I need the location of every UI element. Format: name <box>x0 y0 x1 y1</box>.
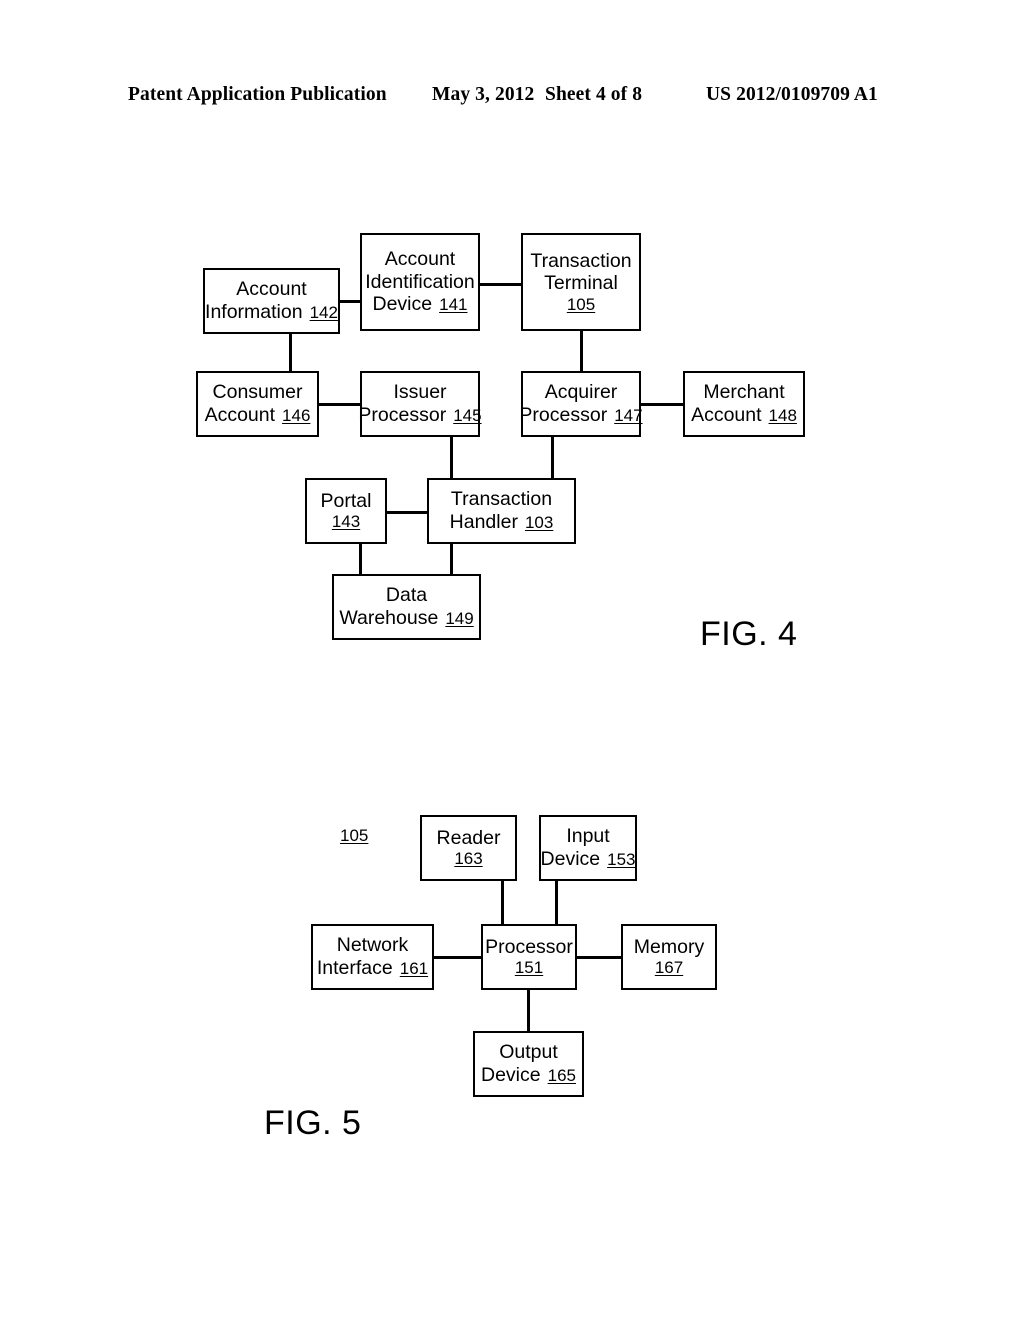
node-acquirer-processor-line2: Processor 147 <box>519 404 643 426</box>
connector-portal-to-transaction-handler <box>386 511 428 514</box>
node-transaction-handler-ref: 103 <box>524 513 554 532</box>
node-merchant-account-line2: Account 148 <box>691 404 797 426</box>
node-account-information-line1: Account <box>236 278 307 301</box>
node-input-device-line2: Device 153 <box>540 848 636 870</box>
figure-4-caption: FIG. 4 <box>700 615 798 653</box>
figure-5: 105 Reader 163 Input Device 153 Network I… <box>0 0 1024 1320</box>
node-data-warehouse-line2: Warehouse 149 <box>339 607 474 629</box>
node-issuer-processor-line2: Processor 145 <box>358 404 482 426</box>
connector-account-identification-device-to-transaction-terminal <box>479 283 522 286</box>
node-transaction-handler-line2: Handler 103 <box>449 511 554 533</box>
node-issuer-processor-line1: Issuer <box>393 381 447 404</box>
node-processor-ref: 151 <box>514 958 544 978</box>
connector-account-information-to-consumer-account <box>289 333 292 372</box>
node-input-device-line1: Input <box>566 825 610 848</box>
node-reader[interactable]: Reader 163 <box>420 815 517 881</box>
node-issuer-processor[interactable]: Issuer Processor 145 <box>358 371 482 437</box>
node-issuer-processor-ref: 145 <box>453 406 482 425</box>
node-input-device-ref: 153 <box>607 850 636 869</box>
connector-transaction-handler-to-data-warehouse <box>450 543 453 575</box>
node-acquirer-processor-line1: Acquirer <box>544 381 618 404</box>
node-account-identification-device-line3: Device 141 <box>372 293 468 316</box>
node-merchant-account-ref: 148 <box>768 406 797 425</box>
node-account-information[interactable]: Account Information 142 <box>203 268 340 334</box>
connector-processor-to-output-device <box>527 989 530 1032</box>
node-data-warehouse-ref: 149 <box>445 609 474 628</box>
node-processor-line1: Processor <box>485 935 573 958</box>
node-input-device[interactable]: Input Device 153 <box>539 815 637 881</box>
node-acquirer-processor[interactable]: Acquirer Processor 147 <box>519 371 643 437</box>
node-memory[interactable]: Memory 167 <box>621 924 717 990</box>
node-transaction-terminal[interactable]: Transaction Terminal 105 <box>521 233 641 331</box>
node-account-identification-device-line1: Account <box>384 248 456 271</box>
node-account-identification-device[interactable]: Account Identification Device 141 <box>360 233 480 331</box>
connector-network-interface-to-processor <box>433 956 483 959</box>
node-consumer-account[interactable]: Consumer Account 146 <box>196 371 319 437</box>
node-output-device[interactable]: Output Device 165 <box>473 1031 584 1097</box>
connector-transaction-terminal-to-acquirer-processor <box>580 331 583 372</box>
node-network-interface-line1: Network <box>336 934 409 957</box>
node-merchant-account-line1: Merchant <box>703 381 785 404</box>
node-output-device-line2: Device 165 <box>481 1064 576 1086</box>
node-data-warehouse[interactable]: Data Warehouse 149 <box>332 574 481 640</box>
figure-5-system-ref: 105 <box>340 826 369 845</box>
node-portal-line1: Portal <box>320 489 372 512</box>
node-network-interface-line2: Interface 161 <box>316 957 429 979</box>
node-account-information-line2: Information 142 <box>205 301 338 323</box>
node-reader-ref: 163 <box>454 849 483 869</box>
node-account-identification-device-line2: Identification <box>365 270 475 293</box>
node-portal-ref: 143 <box>331 512 361 532</box>
node-portal[interactable]: Portal 143 <box>305 478 387 544</box>
node-transaction-handler[interactable]: Transaction Handler 103 <box>427 478 576 544</box>
connector-issuer-processor-to-transaction-handler <box>450 434 453 480</box>
connector-reader-to-processor <box>501 881 504 925</box>
node-network-interface[interactable]: Network Interface 161 <box>311 924 434 990</box>
node-transaction-terminal-ref: 105 <box>566 294 596 314</box>
connector-input-device-to-processor <box>555 881 558 925</box>
node-consumer-account-line1: Consumer <box>212 381 303 404</box>
node-memory-ref: 167 <box>654 958 684 978</box>
connector-processor-to-memory <box>575 956 623 959</box>
node-account-identification-device-ref: 141 <box>439 295 468 315</box>
figure-5-caption: FIG. 5 <box>264 1104 362 1142</box>
node-consumer-account-line2: Account 146 <box>204 404 311 426</box>
connector-account-information-to-account-identification-device <box>338 300 360 303</box>
node-output-device-ref: 165 <box>547 1066 576 1085</box>
node-reader-line1: Reader <box>436 826 501 849</box>
node-data-warehouse-line1: Data <box>385 584 428 607</box>
node-output-device-line1: Output <box>499 1041 558 1064</box>
connector-acquirer-processor-to-merchant-account <box>641 403 685 406</box>
connector-portal-to-data-warehouse <box>359 543 362 575</box>
connector-consumer-account-to-issuer-processor <box>318 403 362 406</box>
node-processor[interactable]: Processor 151 <box>481 924 577 990</box>
node-transaction-terminal-line1: Transaction <box>530 249 632 272</box>
node-consumer-account-ref: 146 <box>282 406 311 425</box>
node-merchant-account[interactable]: Merchant Account 148 <box>683 371 805 437</box>
node-transaction-handler-line1: Transaction <box>450 488 553 511</box>
node-transaction-terminal-line2: Terminal <box>544 272 618 295</box>
node-acquirer-processor-ref: 147 <box>614 406 643 425</box>
node-memory-line1: Memory <box>633 935 705 958</box>
node-account-information-ref: 142 <box>309 303 338 322</box>
node-network-interface-ref: 161 <box>399 959 429 978</box>
connector-acquirer-processor-to-transaction-handler <box>551 434 554 480</box>
